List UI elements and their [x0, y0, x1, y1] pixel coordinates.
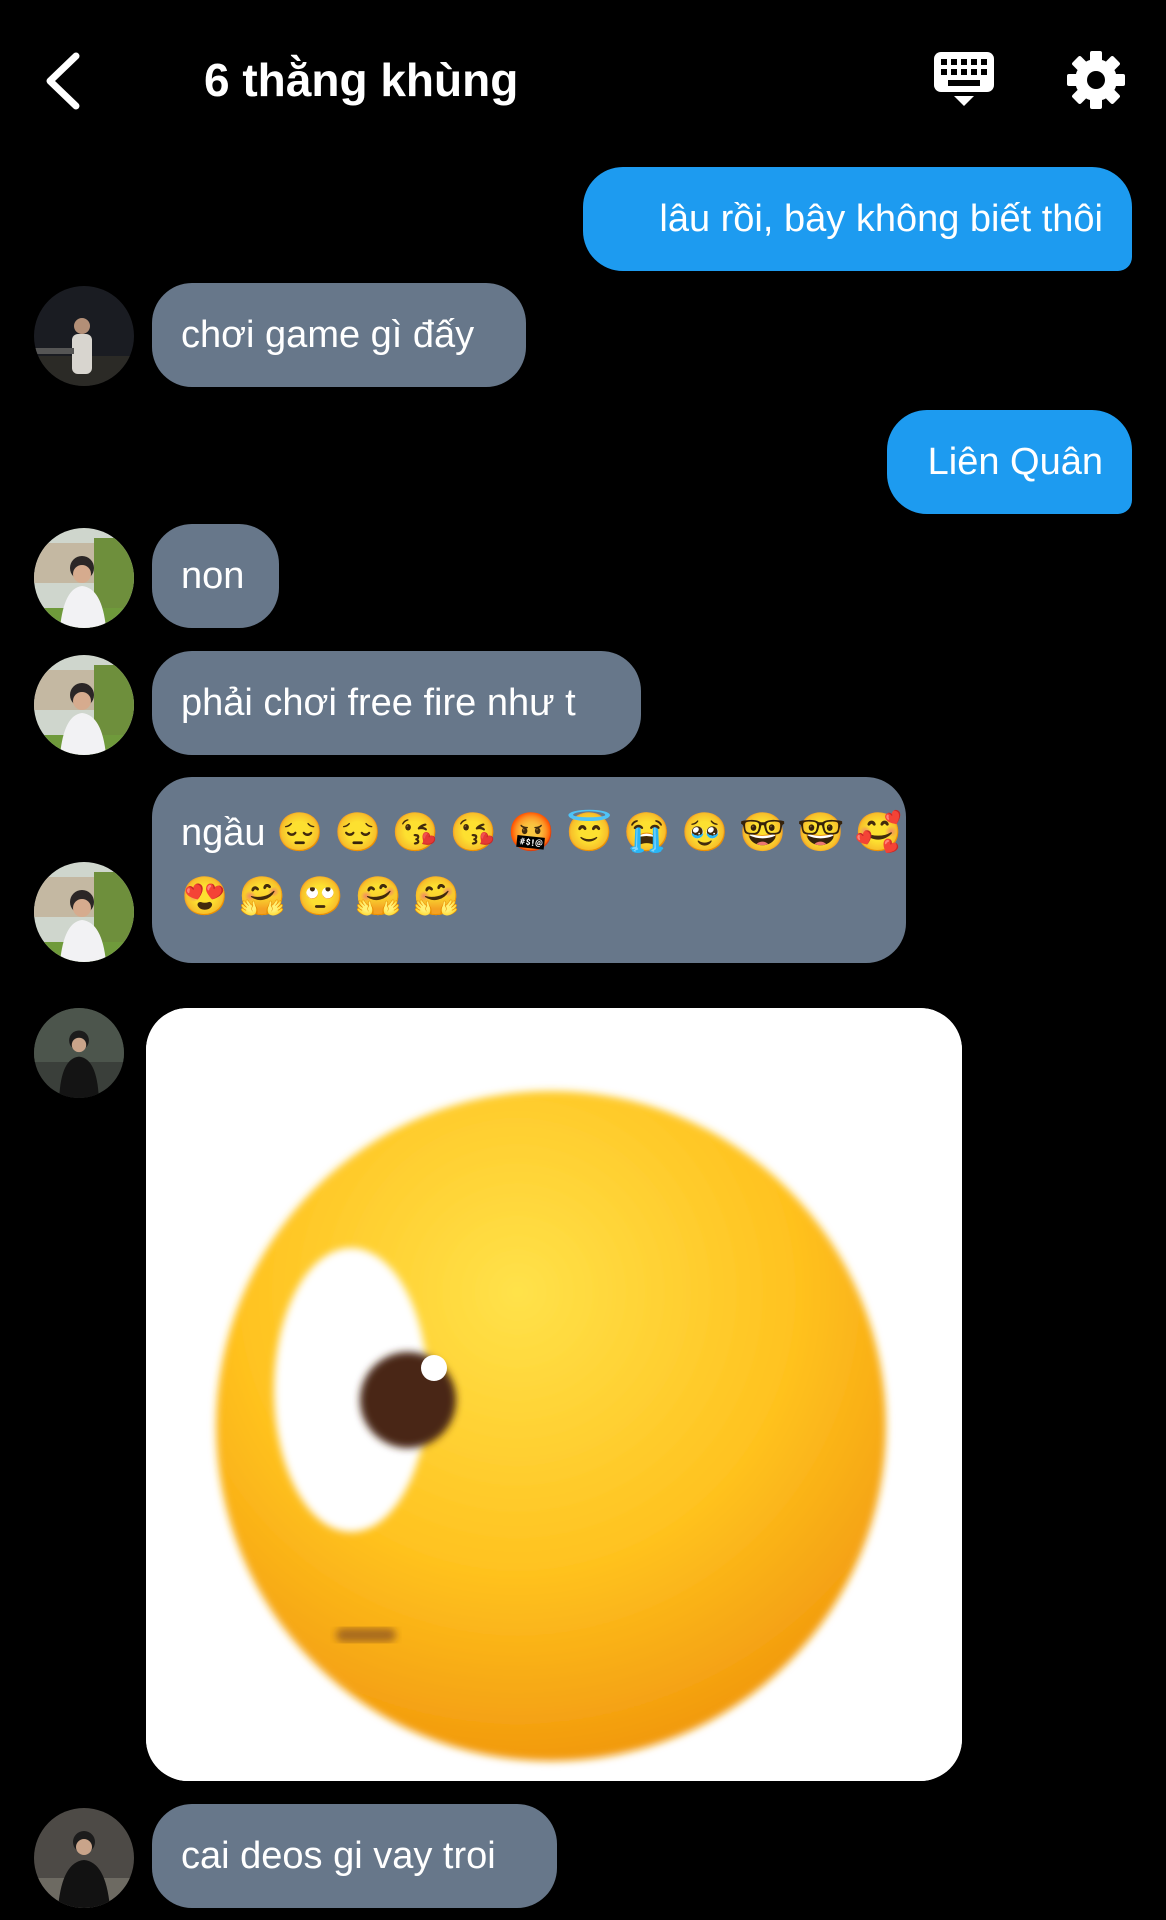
message-text: lâu rồi, bây không biết thôi: [659, 198, 1103, 240]
settings-button[interactable]: [1064, 48, 1128, 112]
message-bubble-incoming[interactable]: phải chơi free fire như t: [152, 651, 641, 755]
message-bubble-incoming[interactable]: cai deos gi vay troi: [152, 1804, 557, 1908]
message-bubble-incoming[interactable]: chơi game gì đấy: [152, 283, 526, 387]
keyboard-button[interactable]: [932, 48, 996, 112]
message-text: non: [181, 555, 245, 597]
keyboard-icon: [934, 52, 994, 106]
avatar[interactable]: [34, 1808, 134, 1908]
message-text: phải chơi free fire như t: [181, 682, 576, 724]
avatar-dark: [34, 1008, 124, 1098]
message-text-line: ngầu 😔 😔 😘 😘 🤬 😇 😭 🥹 🤓 🤓 🥰: [181, 812, 903, 854]
message-text: chơi game gì đấy: [181, 314, 475, 356]
eye-emoji-sticker: [146, 1008, 962, 1781]
message-bubble-outgoing[interactable]: Liên Quân: [887, 410, 1132, 514]
avatar[interactable]: [34, 862, 134, 962]
gear-icon: [1067, 51, 1125, 109]
avatar-dark: [34, 1808, 134, 1908]
message-bubble-outgoing[interactable]: lâu rồi, bây không biết thôi: [583, 167, 1132, 271]
message-text-line: 😍 🤗 🙄 🤗 🤗: [181, 876, 460, 918]
avatar-school: [34, 862, 134, 962]
avatar-night: [34, 286, 134, 386]
back-button[interactable]: [40, 46, 100, 116]
chevron-left-icon: [46, 52, 80, 110]
chat-title: 6 thằng khùng: [204, 54, 519, 106]
avatar[interactable]: [34, 286, 134, 386]
avatar[interactable]: [34, 655, 134, 755]
avatar-school: [34, 655, 134, 755]
message-bubble-incoming[interactable]: ngầu 😔 😔 😘 😘 🤬 😇 😭 🥹 🤓 🤓 🥰 😍 🤗 🙄 🤗 🤗: [152, 777, 906, 963]
avatar[interactable]: [34, 528, 134, 628]
message-bubble-incoming[interactable]: non: [152, 524, 279, 628]
message-text: Liên Quân: [927, 441, 1103, 483]
avatar[interactable]: [34, 1008, 124, 1098]
avatar-school: [34, 528, 134, 628]
message-text: cai deos gi vay troi: [181, 1835, 496, 1877]
image-message[interactable]: [146, 1008, 962, 1781]
chat-header: 6 thằng khùng: [0, 0, 1166, 160]
